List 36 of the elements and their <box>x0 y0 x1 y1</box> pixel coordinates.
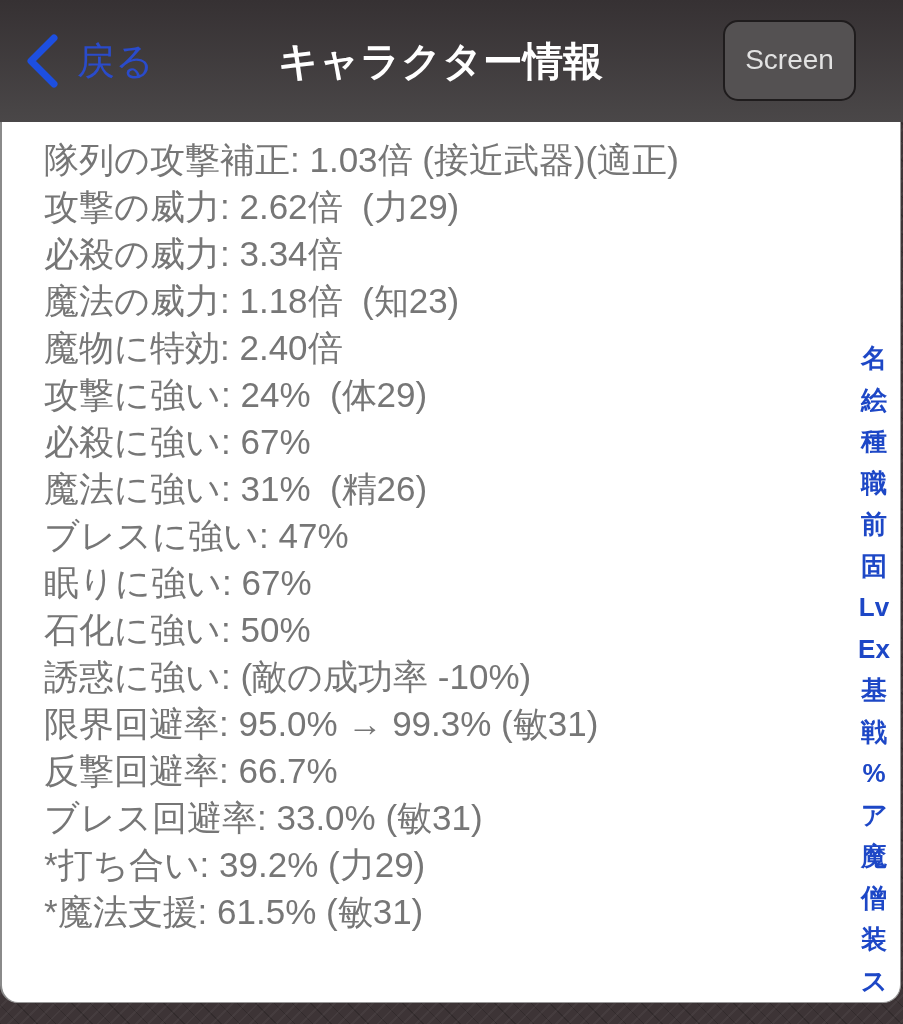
stat-line: ブレスに強い: 47% <box>44 515 349 557</box>
stat-line: ブレス回避率: 33.0% (敏31) <box>44 797 483 839</box>
section-index-item[interactable]: % <box>862 753 886 795</box>
stat-line: 眠りに強い: 67% <box>44 562 312 604</box>
stat-line: 魔法に強い: 31% (精26) <box>44 468 428 510</box>
stat-line: 石化に強い: 50% <box>44 609 311 651</box>
section-index-item[interactable]: 種 <box>861 421 887 463</box>
stat-line: 必殺に強い: 67% <box>44 421 311 463</box>
section-index-item[interactable]: Lv <box>858 587 890 629</box>
section-index-item[interactable]: ス <box>860 960 888 1002</box>
section-index-item[interactable]: 名 <box>861 338 887 380</box>
section-index-item[interactable]: 装 <box>861 919 887 961</box>
section-index-item[interactable]: 魔 <box>861 836 887 878</box>
screen-button[interactable]: Screen <box>723 19 856 101</box>
section-index-item[interactable]: Ex <box>858 628 890 670</box>
section-index-item[interactable]: 職 <box>861 462 887 504</box>
stat-line: *打ち合い: 39.2% (力29) <box>44 844 426 886</box>
stat-line: 攻撃の威力: 2.62倍 (力29) <box>44 186 460 228</box>
section-index-item[interactable]: 前 <box>861 504 887 546</box>
stat-line: 反撃回避率: 66.7% <box>44 750 338 792</box>
section-index-item[interactable]: 基 <box>861 670 887 712</box>
stat-line: 攻撃に強い: 24% (体29) <box>44 374 428 416</box>
stat-line: *魔法支援: 61.5% (敏31) <box>44 891 424 933</box>
stat-line: 魔法の威力: 1.18倍 (知23) <box>44 280 460 322</box>
section-index-item[interactable]: 絵 <box>861 379 887 421</box>
stat-line: 必殺の威力: 3.34倍 <box>44 233 343 275</box>
stat-line: 隊列の攻撃補正: 1.03倍 (接近武器)(適正) <box>44 139 679 181</box>
section-index-item[interactable]: 戦 <box>861 711 887 753</box>
section-index-item[interactable]: ア <box>860 794 888 836</box>
stat-line: 誘惑に強い: (敵の成功率 -10%) <box>44 656 532 698</box>
section-index-item[interactable]: 僧 <box>861 877 887 919</box>
screen-title: キャラクター情報 <box>278 37 603 85</box>
section-index-item[interactable]: 固 <box>861 545 887 587</box>
stat-line: 魔物に特効: 2.40倍 <box>44 327 343 369</box>
back-chevron-icon <box>25 33 59 89</box>
stat-line: 限界回避率: 95.0% → 99.3% (敏31) <box>44 703 599 745</box>
